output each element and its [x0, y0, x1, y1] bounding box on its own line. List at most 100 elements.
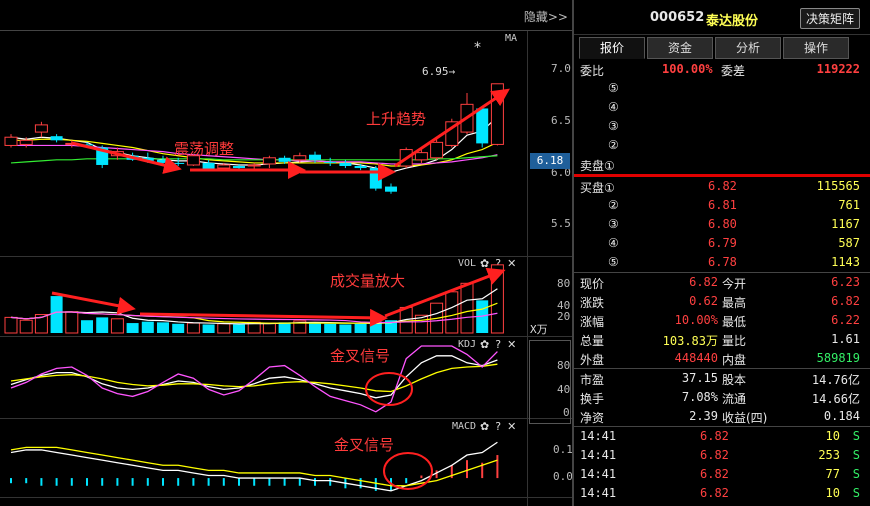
stat-label: 涨跌: [580, 296, 605, 310]
quote-header: 000652 泰达股份 决策矩阵: [574, 0, 870, 35]
sell-level-row[interactable]: ③: [574, 117, 870, 136]
kdj-axis-label: 0: [563, 406, 570, 419]
tick-row: 14:41 6.82 10 S: [574, 484, 870, 503]
vol-axis-label: 20: [557, 310, 571, 323]
buy-level-price: 6.80: [708, 217, 737, 231]
stat-value: 1.61: [831, 332, 860, 346]
sell-level-label: 卖盘①: [580, 159, 615, 173]
buy-level-price: 6.81: [708, 198, 737, 212]
buy-level-price: 6.82: [708, 179, 737, 193]
tab-analysis[interactable]: 分析: [715, 37, 781, 59]
tick-time: 14:41: [580, 429, 617, 443]
buy-level-label: ②: [608, 198, 619, 212]
candle-body: [202, 162, 215, 170]
stat-label: 最高: [722, 296, 747, 310]
buy-level-row[interactable]: ④ 6.79 587: [574, 234, 870, 253]
candle-body: [309, 154, 321, 160]
candle-body: [476, 108, 489, 144]
candle-body: [324, 161, 337, 163]
candle-body: [233, 166, 245, 169]
stat-value: 10.00%: [674, 313, 718, 327]
buy-level-label: 买盘①: [580, 181, 615, 195]
buy-level-row[interactable]: ② 6.81 761: [574, 196, 870, 215]
chart-area[interactable]: 隐藏>> MA * 6.95→ 7.0 6.5 6.0 5.5 6.18 VOL…: [0, 0, 573, 506]
tick-side: S: [852, 467, 860, 481]
volume-bar: [186, 322, 200, 334]
order-ratio-row: 委比 100.00% 委差 119222: [574, 60, 870, 79]
tab-quote[interactable]: 报价: [579, 37, 645, 59]
stat-value: 7.08%: [681, 390, 718, 404]
candle-body: [172, 162, 185, 164]
hide-panel-button[interactable]: 隐藏>>: [524, 8, 568, 25]
volume-bar: [324, 323, 337, 333]
stat-value: 103.83万: [662, 334, 718, 348]
stat-label: 最低: [722, 315, 747, 329]
stat-value: 2.39: [689, 409, 718, 423]
volume-bar: [126, 323, 139, 333]
tick-price: 6.82: [700, 486, 729, 500]
tick-time: 14:41: [580, 486, 617, 500]
volume-bar: [96, 317, 109, 333]
candle-body: [217, 164, 231, 169]
stat-label: 净资: [580, 411, 605, 425]
volume-bar: [110, 318, 124, 334]
stat-row: 净资 2.39 收益(四) 0.184: [574, 407, 870, 426]
tick-list[interactable]: 14:41 6.82 10 S 14:41 6.82 253 S 14:41 6…: [574, 427, 870, 503]
stat-label: 换手: [580, 392, 605, 406]
volume-bar: [4, 316, 18, 334]
stat-value: 0.62: [689, 294, 718, 308]
tick-volume: 253: [818, 448, 840, 462]
sell-level-row[interactable]: ⑤: [574, 79, 870, 98]
candle-body: [4, 136, 18, 146]
quote-stats: 现价 6.82 今开 6.23 涨跌 0.62 最高 6.82 涨幅 10.00…: [574, 273, 870, 368]
stat-label: 股本: [722, 373, 747, 387]
axis-separator: [527, 31, 528, 506]
uptrend-annotation: 上升趋势: [366, 110, 427, 128]
stat-label: 外盘: [580, 353, 605, 367]
buy-level-label: ④: [608, 236, 619, 250]
stat-label: 流通: [722, 392, 747, 406]
sell-level-label: ③: [608, 119, 619, 133]
volume-annotation: 成交量放大: [330, 272, 406, 290]
stat-label: 量比: [722, 334, 747, 348]
stock-name: 泰达股份: [706, 14, 759, 29]
decision-matrix-button[interactable]: 决策矩阵: [799, 8, 860, 29]
chart-canvas[interactable]: [0, 0, 527, 506]
buy-orderbook: 买盘① 6.82 115565 ② 6.81 761 ③ 6.80 1167 ④…: [574, 177, 870, 272]
candle-body: [247, 164, 261, 167]
annotation-arrow: [394, 88, 510, 168]
candle-body: [430, 141, 444, 159]
sell-level-row[interactable]: ②: [574, 136, 870, 155]
quote-fundamentals: 市盈 37.15 股本 14.76亿 换手 7.08% 流通 14.66亿 净资…: [574, 369, 870, 426]
price-axis-label: 7.0: [551, 62, 571, 75]
tab-operation[interactable]: 操作: [783, 37, 849, 59]
tick-row: 14:41 6.82 253 S: [574, 446, 870, 465]
buy-level-row[interactable]: ③ 6.80 1167: [574, 215, 870, 234]
volume-bar: [19, 319, 33, 334]
buy-level-row[interactable]: 买盘① 6.82 115565: [574, 177, 870, 196]
candle-body: [278, 157, 291, 162]
stat-value: 6.82: [689, 275, 718, 289]
buy-level-volume: 115565: [816, 179, 860, 193]
volume-bar: [65, 311, 79, 334]
buy-level-row[interactable]: ⑤ 6.78 1143: [574, 253, 870, 272]
volume-bar: [50, 296, 63, 333]
volume-bar: [445, 291, 459, 334]
volume-bar: [172, 323, 185, 333]
stat-row: 外盘 448440 内盘 589819: [574, 349, 870, 368]
kdj-axis-label: 80: [557, 359, 571, 372]
stat-label: 总量: [580, 334, 605, 348]
stat-value: 6.82: [831, 294, 860, 308]
tab-funds[interactable]: 资金: [647, 37, 713, 59]
sell-level-row[interactable]: 卖盘①: [574, 155, 870, 174]
stat-row: 涨幅 10.00% 最低 6.22: [574, 311, 870, 330]
weibi-label: 委比: [580, 64, 605, 78]
volume-bar: [202, 324, 215, 333]
macd-axis-label: 0.1: [553, 443, 573, 456]
stat-value: 0.184: [823, 409, 860, 423]
stat-label: 现价: [580, 277, 605, 291]
sell-level-row[interactable]: ④: [574, 98, 870, 117]
volume-bar: [217, 323, 231, 334]
stat-value: 448440: [674, 351, 718, 365]
kdj-annotation: 金叉信号: [330, 347, 391, 365]
